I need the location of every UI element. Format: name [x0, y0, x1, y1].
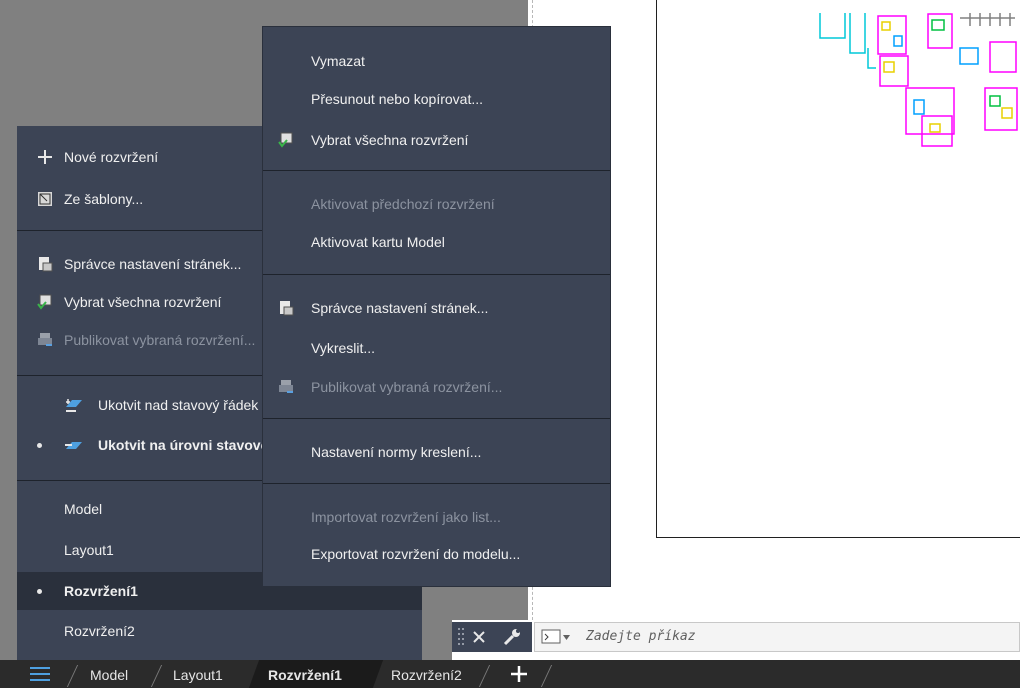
- menu-separator: [263, 483, 610, 484]
- menu-item-label: Rozvržení1: [64, 583, 138, 599]
- tab-model[interactable]: Model: [90, 660, 128, 688]
- menu-item-plot[interactable]: Vykreslit...: [263, 331, 610, 365]
- hamburger-menu-icon[interactable]: [29, 666, 51, 682]
- menu-item-label: Vykreslit...: [311, 340, 376, 356]
- menu-item-label: Nové rozvržení: [64, 149, 159, 165]
- menu-item-label: Nastavení normy kreslení...: [311, 444, 482, 460]
- menu-item-label: Aktivovat kartu Model: [311, 234, 445, 250]
- command-input-placeholder: Zadejte příkaz: [586, 629, 696, 644]
- menu-item-page-setup[interactable]: Správce nastavení stránek...: [263, 291, 610, 325]
- dock-inline-icon: [64, 437, 84, 453]
- checked-bullet-icon: [37, 589, 42, 594]
- menu-item-label: Ukotvit nad stavový řádek: [98, 397, 259, 413]
- menu-item-label: Vybrat všechna rozvržení: [311, 132, 469, 148]
- menu-item-import-layout-as-sheet: Importovat rozvržení jako list...: [263, 500, 610, 534]
- menu-item-delete[interactable]: Vymazat: [263, 44, 610, 78]
- menu-item-label: Správce nastavení stránek...: [311, 300, 489, 316]
- tab-divider: [478, 665, 491, 687]
- template-icon: [37, 191, 53, 207]
- menu-item-select-all-layouts[interactable]: Vybrat všechna rozvržení: [263, 123, 610, 157]
- menu-item-label: Vybrat všechna rozvržení: [64, 294, 222, 310]
- grip-handle-icon[interactable]: [457, 626, 465, 648]
- menu-item-label: Aktivovat předchozí rozvržení: [311, 196, 495, 212]
- publish-icon: [278, 379, 294, 395]
- dock-above-icon: [64, 397, 84, 413]
- tab-rozvrzeni2[interactable]: Rozvržení2: [391, 660, 462, 688]
- tab-divider: [150, 665, 163, 687]
- menu-item-activate-previous-layout: Aktivovat předchozí rozvržení: [263, 187, 610, 221]
- menu-separator: [263, 170, 610, 171]
- tab-divider: [540, 665, 553, 687]
- page-setup-icon: [278, 300, 294, 316]
- command-history-icon[interactable]: [541, 629, 571, 645]
- menu-item-publish-selected: Publikovat vybraná rozvržení...: [263, 370, 610, 404]
- menu-item-label: Ze šablony...: [64, 191, 144, 207]
- checked-bullet-icon: [37, 443, 42, 448]
- add-layout-plus-icon[interactable]: [510, 665, 528, 683]
- menu-item-activate-model-tab[interactable]: Aktivovat kartu Model: [263, 225, 610, 259]
- menu-item-label: Exportovat rozvržení do modelu...: [311, 546, 521, 562]
- floor-plan-drawing[interactable]: [810, 8, 1020, 153]
- menu-item-label: Vymazat: [311, 53, 365, 69]
- select-all-layouts-icon: [37, 294, 53, 310]
- select-all-layouts-icon: [278, 132, 294, 148]
- tab-layout1[interactable]: Layout1: [173, 660, 223, 688]
- menu-item-export-layout-to-model[interactable]: Exportovat rozvržení do modelu...: [263, 537, 610, 571]
- layout-context-menu: Vymazat Přesunout nebo kopírovat... Vybr…: [262, 26, 611, 587]
- menu-item-label: Přesunout nebo kopírovat...: [311, 91, 483, 107]
- menu-separator: [263, 418, 610, 419]
- close-icon[interactable]: [472, 630, 486, 644]
- menu-item-move-or-copy[interactable]: Přesunout nebo kopírovat...: [263, 82, 610, 116]
- menu-item-label: Model: [64, 501, 103, 517]
- command-line-tools: [452, 622, 532, 652]
- tab-rozvrzeni1[interactable]: Rozvržení1: [268, 660, 342, 688]
- wrench-icon[interactable]: [502, 628, 522, 646]
- menu-item-label: Správce nastavení stránek...: [64, 256, 242, 272]
- menu-item-label: Publikovat vybraná rozvržení...: [311, 379, 503, 395]
- menu-item-label: Publikovat vybraná rozvržení...: [64, 332, 256, 348]
- tab-divider: [66, 665, 79, 687]
- page-setup-icon: [37, 256, 53, 272]
- menu-item-label: Layout1: [64, 542, 114, 558]
- menu-separator: [263, 274, 610, 275]
- menu-item-drafting-standards[interactable]: Nastavení normy kreslení...: [263, 435, 610, 469]
- menu-item-tab-rozvrzeni2[interactable]: Rozvržení2: [17, 614, 422, 648]
- publish-icon: [37, 332, 53, 348]
- plus-icon: [37, 149, 53, 165]
- menu-item-label: Rozvržení2: [64, 623, 135, 639]
- status-bar: Model Layout1 Rozvržení1 Rozvržení2: [0, 660, 1020, 688]
- menu-item-label: Importovat rozvržení jako list...: [311, 509, 501, 525]
